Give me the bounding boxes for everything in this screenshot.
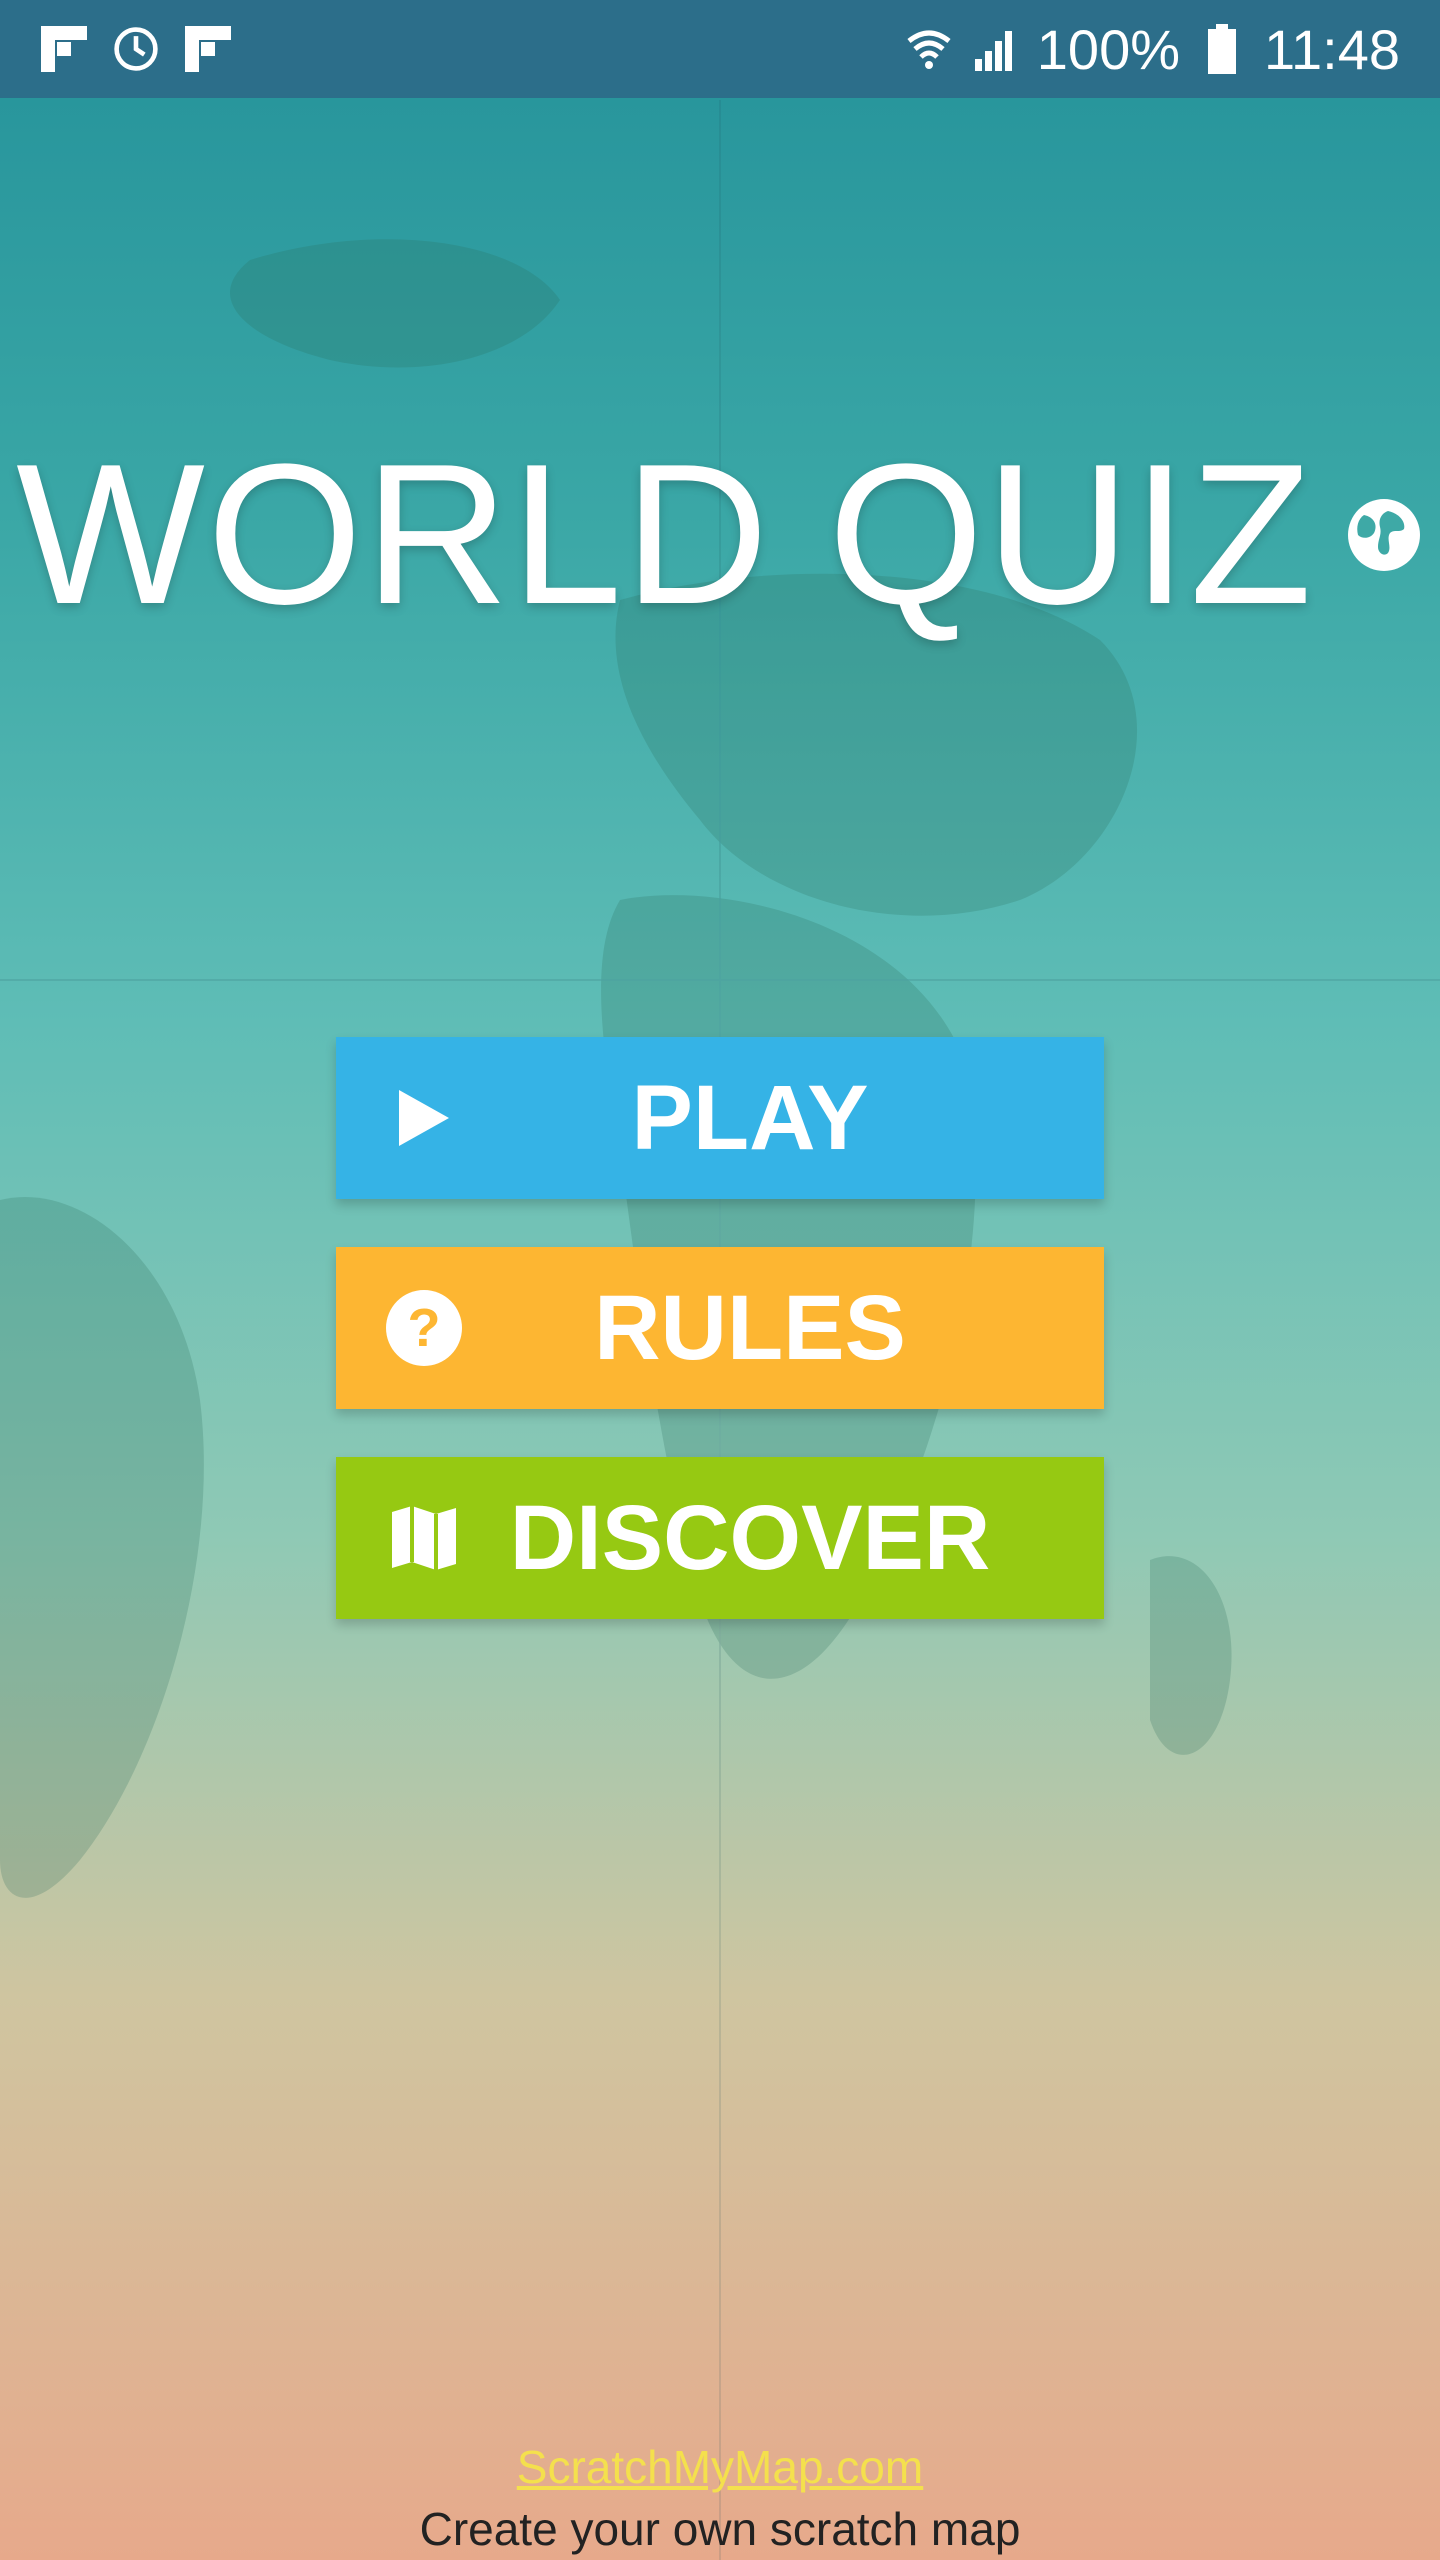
- globe-icon: [1347, 499, 1420, 571]
- footer-tagline: Create your own scratch map: [419, 2503, 1021, 2555]
- app-title: WORLD QUIZ: [16, 423, 1314, 646]
- battery-percent: 100%: [1036, 17, 1181, 81]
- map-icon: [384, 1498, 464, 1578]
- question-icon: ?: [384, 1288, 464, 1368]
- title-row: WORLD QUIZ: [0, 420, 1440, 650]
- flipboard-icon: [184, 25, 232, 73]
- flipboard-icon: [40, 25, 88, 73]
- wifi-icon: [905, 25, 953, 73]
- svg-text:?: ?: [408, 1298, 441, 1358]
- rules-button[interactable]: ? RULES: [336, 1247, 1104, 1409]
- sync-icon: [112, 25, 160, 73]
- signal-icon: [971, 25, 1019, 73]
- play-button[interactable]: PLAY: [336, 1037, 1104, 1199]
- footer: ScratchMyMap.com Create your own scratch…: [0, 2440, 1440, 2560]
- status-bar: 100% 11:48: [0, 0, 1440, 98]
- scratchmymap-link[interactable]: ScratchMyMap.com: [517, 2440, 923, 2494]
- discover-button[interactable]: DISCOVER: [336, 1457, 1104, 1619]
- play-icon: [384, 1078, 464, 1158]
- clock: 11:48: [1264, 17, 1400, 81]
- battery-icon: [1198, 24, 1246, 74]
